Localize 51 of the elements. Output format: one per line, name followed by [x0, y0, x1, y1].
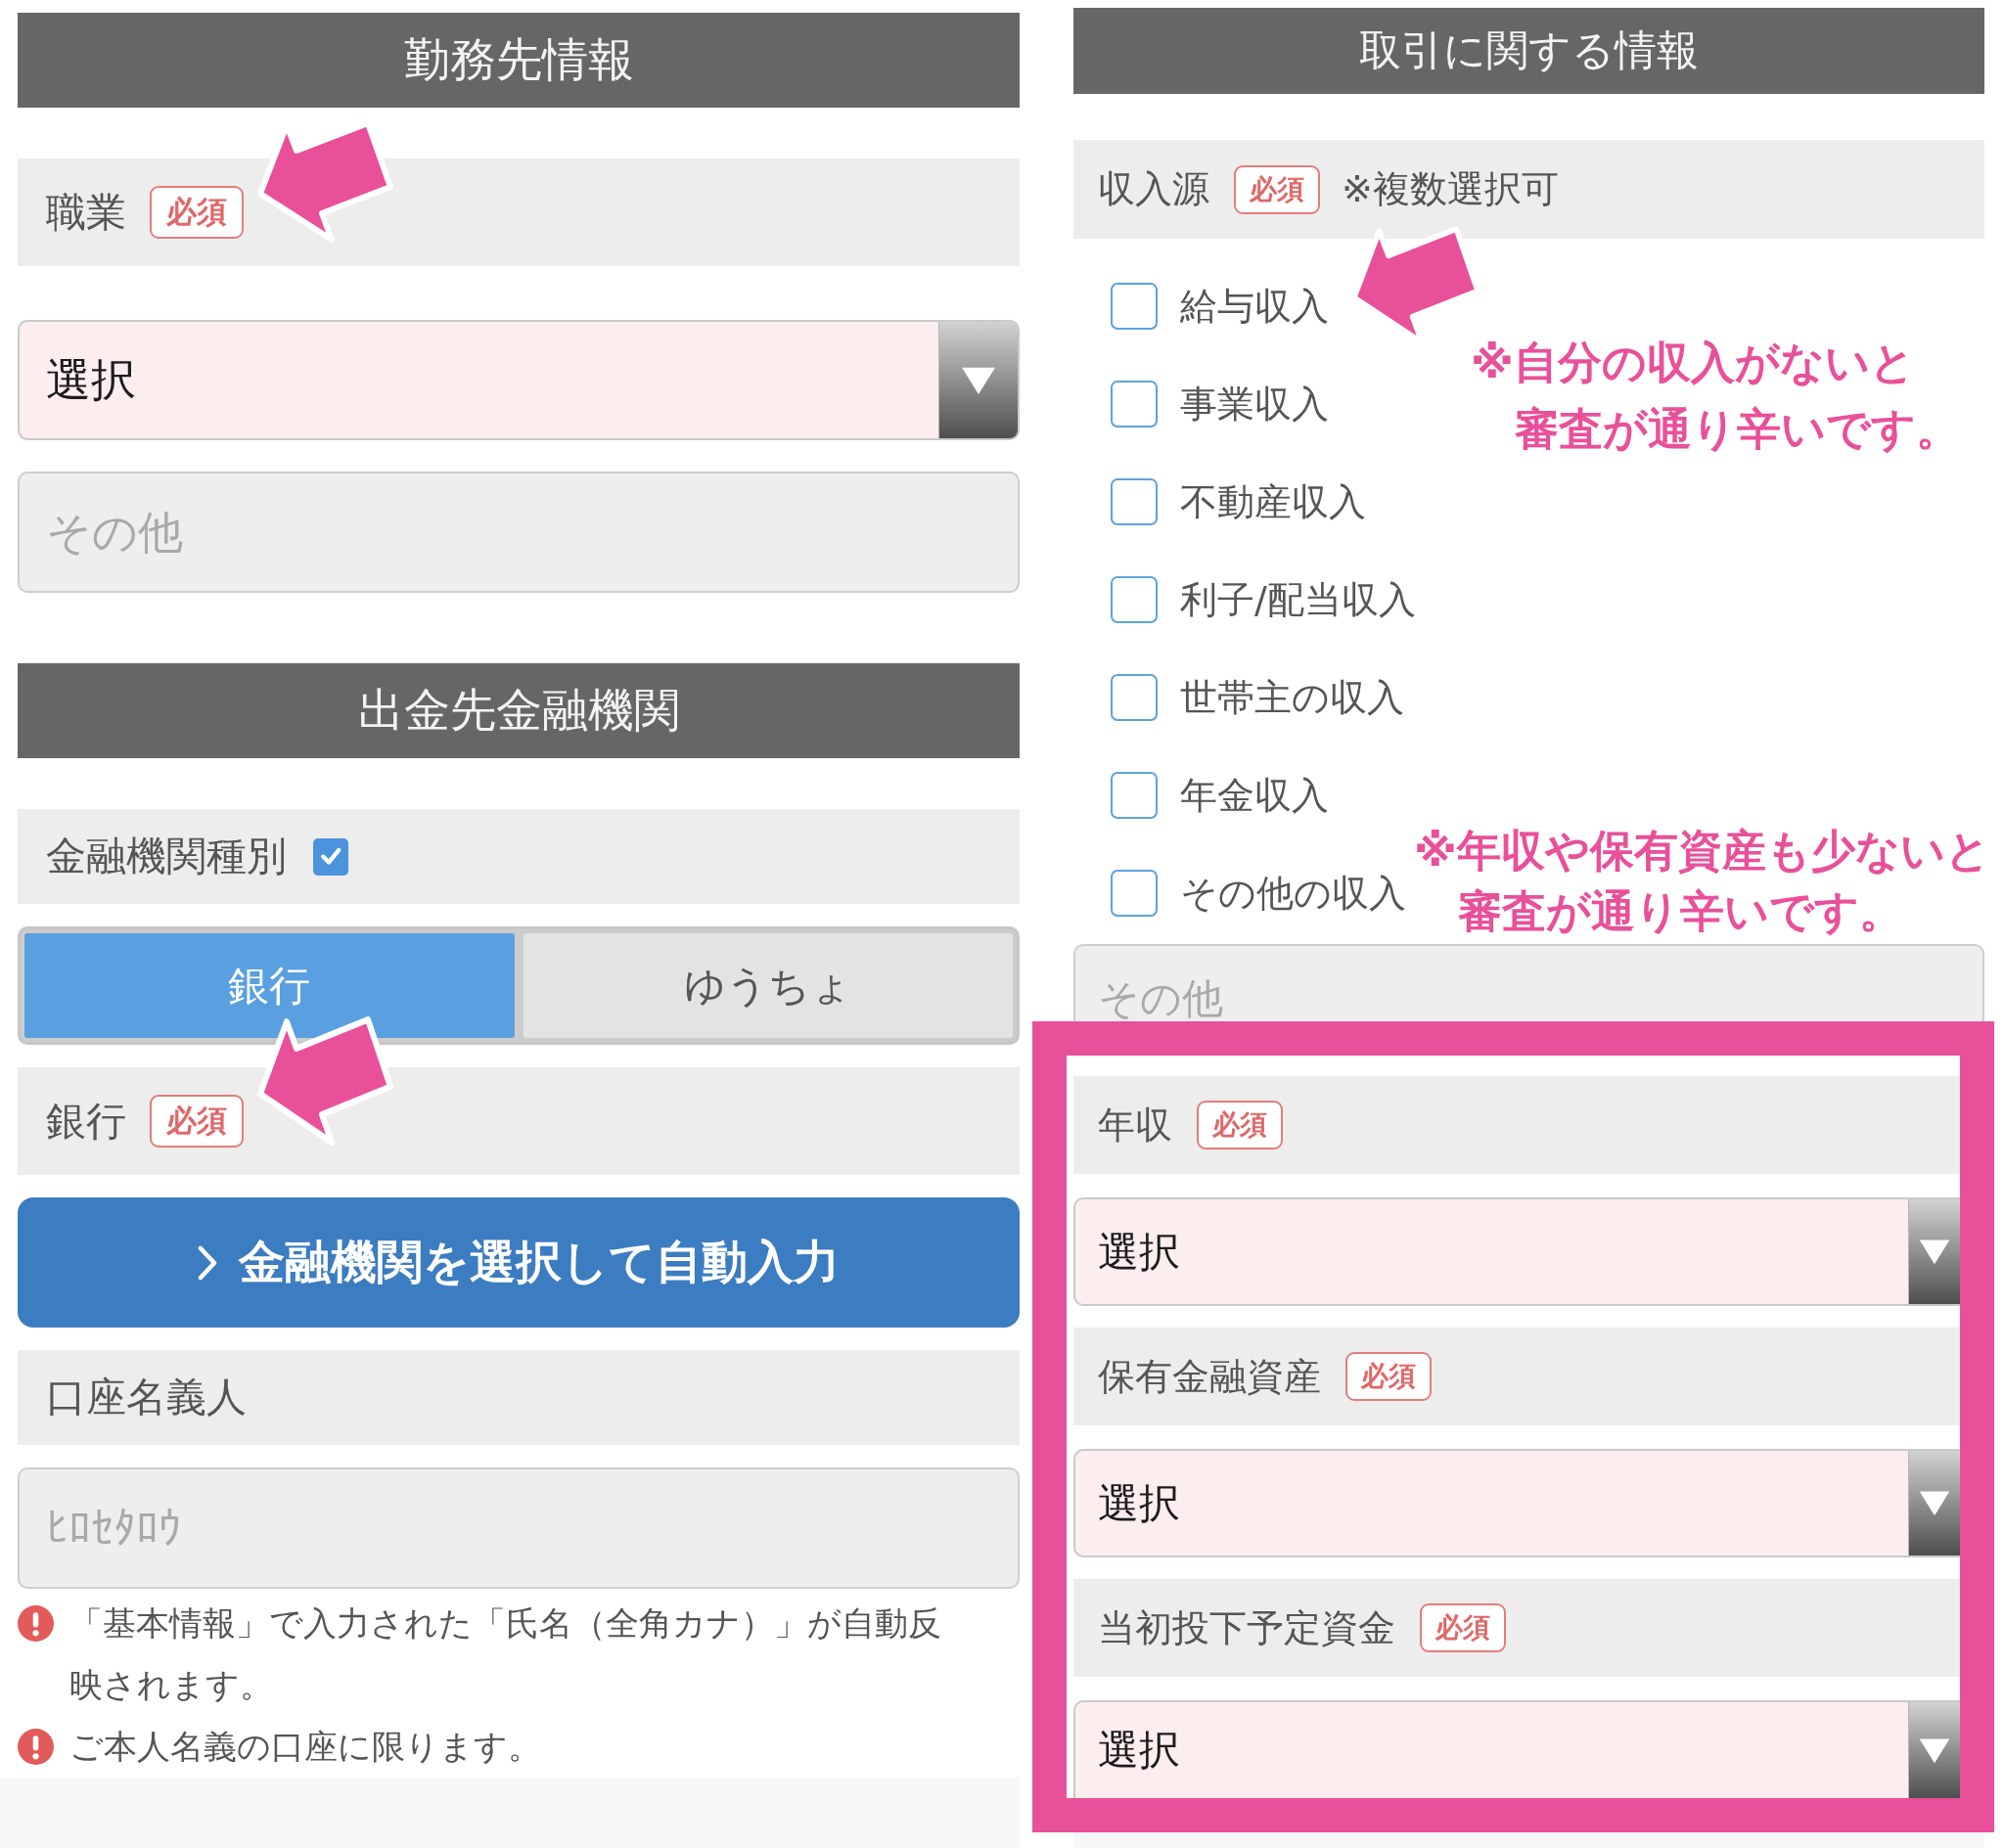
- checkbox-label: 利子/配当収入: [1180, 576, 1416, 623]
- alert-icon: [18, 1729, 54, 1765]
- section-header: 出金先金融機関: [18, 663, 1020, 758]
- field-label: 当初投下予定資金: [1098, 1604, 1395, 1651]
- section-header: 取引に関する情報: [1073, 8, 1984, 94]
- checkbox[interactable]: [1111, 674, 1158, 721]
- note-text: ご本人名義の口座に限ります。: [69, 1726, 541, 1768]
- field-label: 金融機関種別: [46, 832, 287, 881]
- checkbox-label: その他の収入: [1180, 870, 1406, 917]
- arrow-icon: [256, 1015, 394, 1147]
- checkbox-label: 世帯主の収入: [1180, 674, 1404, 721]
- field-label: 銀行: [46, 1096, 126, 1147]
- field-label: 収入源: [1098, 166, 1209, 212]
- section-header: 勤務先情報: [18, 13, 1020, 108]
- text-input[interactable]: ﾋﾛｾﾀﾛｳ: [18, 1467, 1020, 1589]
- checkbox[interactable]: [1111, 576, 1158, 623]
- alert-icon: [18, 1605, 54, 1642]
- annotation-note: ※自分の収入がないと 審査が通り辛いです。: [1471, 336, 1960, 457]
- required-badge: 必須: [150, 1095, 244, 1148]
- checkmark-icon: [320, 847, 342, 866]
- checkbox[interactable]: [1111, 478, 1158, 525]
- tab[interactable]: ゆうちょ: [523, 933, 1013, 1038]
- checkbox-label: 年金収入: [1180, 772, 1329, 819]
- required-badge: 必須: [150, 186, 244, 239]
- checkbox[interactable]: [1111, 283, 1158, 330]
- select-field[interactable]: 選択: [18, 320, 1020, 440]
- annotation-note: ※年収や保有資産も少ないと 審査が通り辛いです。: [1414, 824, 1990, 939]
- field-hint: ※複数選択可: [1342, 166, 1559, 212]
- checkbox-label: 給与収入: [1180, 283, 1329, 330]
- select-field[interactable]: 選択: [1073, 1700, 1960, 1798]
- select-field[interactable]: 選択: [1073, 1449, 1960, 1557]
- required-badge: 必須: [1420, 1603, 1506, 1652]
- chevron-right-icon: [198, 1244, 217, 1281]
- checkbox[interactable]: [313, 837, 348, 876]
- checkbox[interactable]: [1111, 381, 1158, 428]
- auto-fill-button[interactable]: 金融機関を選択して自動入力: [18, 1197, 1020, 1328]
- required-badge: 必須: [1234, 164, 1320, 214]
- text-input[interactable]: その他: [1073, 944, 1984, 1021]
- note-text: 「基本情報」で入力された「氏名（全角カナ）」が自動反映されます。: [69, 1602, 942, 1706]
- select-field[interactable]: 選択: [1073, 1197, 1960, 1306]
- field-label: 保有金融資産: [1098, 1353, 1321, 1400]
- required-badge: 必須: [1345, 1352, 1432, 1401]
- checkbox[interactable]: [1111, 772, 1158, 819]
- required-badge: 必須: [1197, 1101, 1283, 1149]
- field-label: 年収: [1098, 1102, 1172, 1149]
- checkbox[interactable]: [1111, 870, 1158, 917]
- field-label: 口座名義人: [46, 1373, 247, 1422]
- checkbox-label: 事業収入: [1180, 381, 1329, 428]
- checkbox-label: 不動産収入: [1180, 478, 1366, 525]
- text-input[interactable]: その他: [18, 472, 1020, 593]
- field-label: 職業: [46, 187, 126, 238]
